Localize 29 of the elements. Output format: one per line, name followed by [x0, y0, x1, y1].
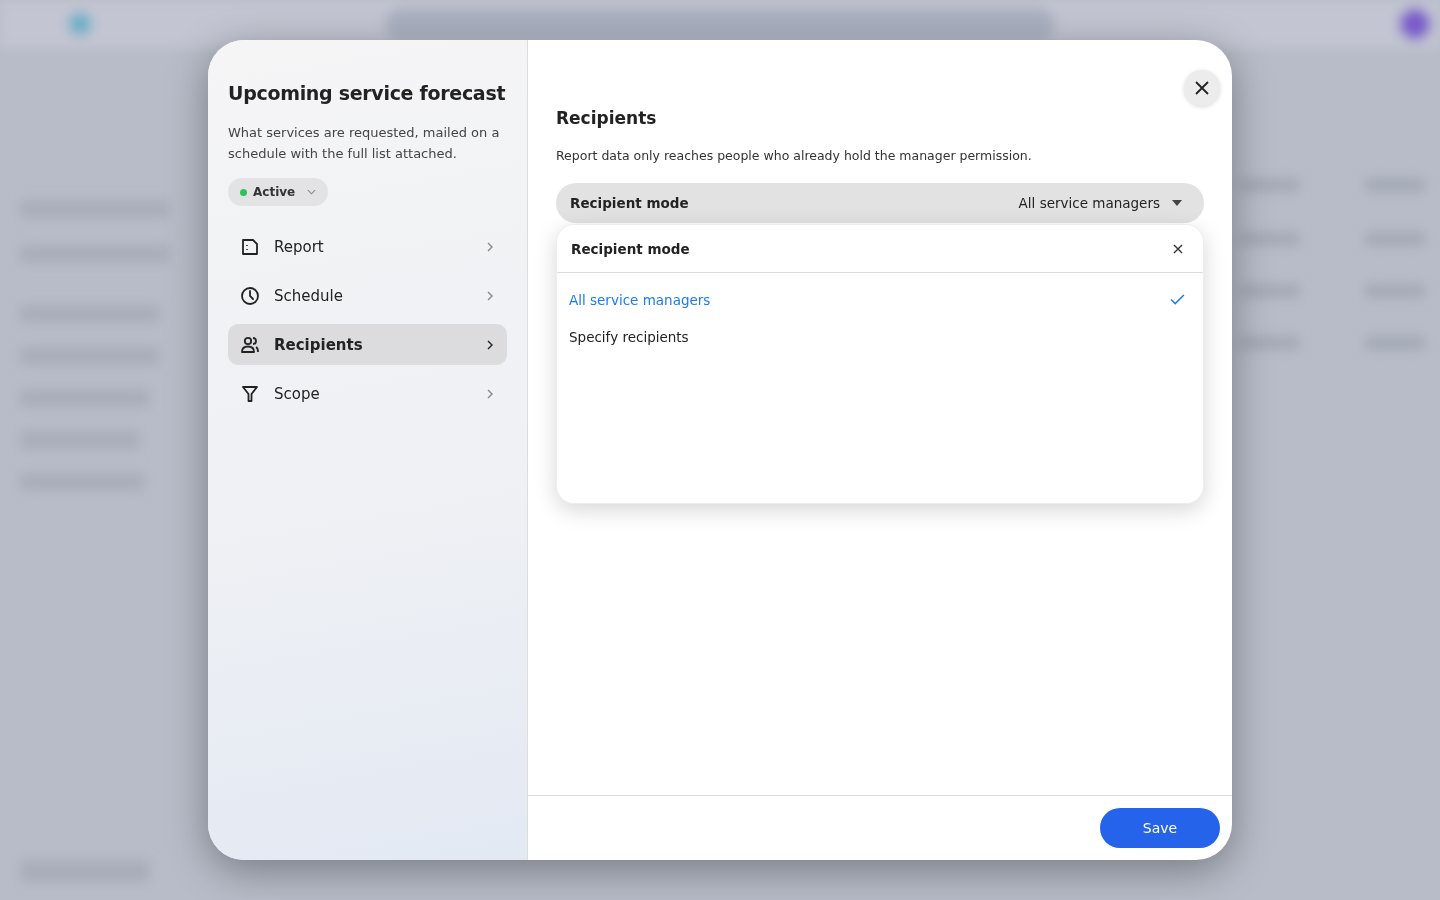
dialog-description: What services are requested, mailed on a schedule with the full list attached. [228, 124, 501, 163]
document-icon [240, 236, 260, 257]
chevron-right-icon [487, 339, 493, 350]
close-icon [1173, 243, 1183, 254]
chevron-down-icon [307, 189, 317, 195]
nav-item[interactable]: Recipients [228, 324, 507, 365]
recipient-mode-select[interactable]: Recipient mode All service managers [556, 183, 1204, 223]
clock-icon [240, 285, 260, 306]
dropdown-option[interactable]: All service managers [557, 281, 1203, 318]
status-dropdown[interactable]: Active [228, 178, 329, 206]
save-button[interactable]: Save [1100, 808, 1220, 848]
close-button[interactable] [1184, 70, 1220, 106]
section-title: Recipients [556, 107, 658, 130]
close-icon [1195, 81, 1209, 95]
chevron-right-icon [487, 290, 493, 301]
nav-item[interactable]: Scope [228, 373, 507, 414]
chevron-right-icon [487, 241, 493, 252]
dialog-title: Upcoming service forecast [228, 81, 506, 106]
section-description: Report data only reaches people who already hold the manager permission. [556, 148, 1033, 163]
caret-icon [1172, 200, 1182, 206]
filter-icon [240, 383, 260, 404]
nav-item[interactable]: Schedule [228, 275, 507, 316]
dropdown-title: Recipient mode [571, 240, 690, 257]
checkmark-icon [1170, 294, 1185, 305]
nav-item[interactable]: Report [228, 226, 507, 267]
dropdown-option[interactable]: Specify recipients [557, 318, 1203, 355]
people-icon [240, 334, 260, 355]
chevron-right-icon [487, 388, 493, 399]
status-dot-icon [240, 188, 247, 196]
